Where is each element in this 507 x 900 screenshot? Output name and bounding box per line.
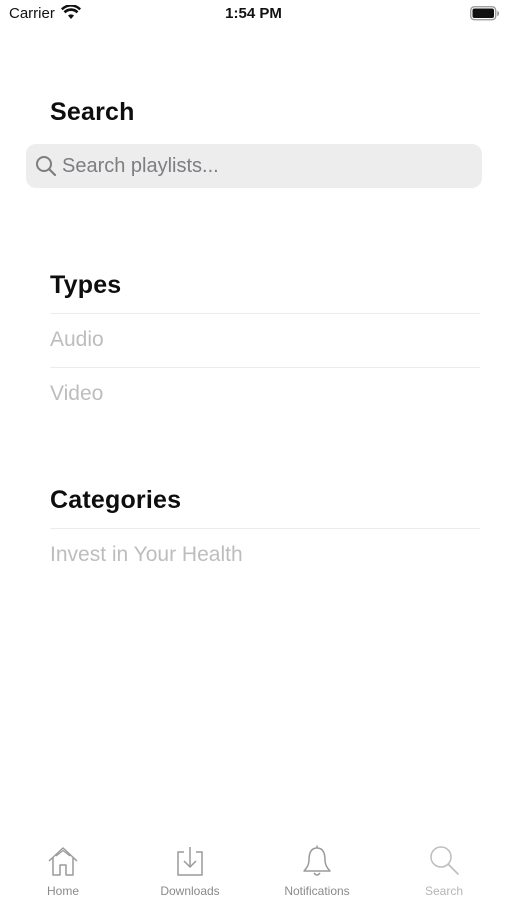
battery-icon	[470, 6, 500, 26]
bell-icon	[254, 844, 380, 878]
home-icon	[0, 844, 126, 878]
types-title: Types	[50, 271, 122, 299]
search-input[interactable]	[62, 144, 472, 188]
tab-notifications[interactable]: Notifications	[254, 836, 380, 900]
tab-downloads[interactable]: Downloads	[127, 836, 253, 900]
search-bar[interactable]	[26, 144, 482, 188]
tab-search[interactable]: Search	[381, 836, 507, 900]
tab-notifications-label: Notifications	[284, 884, 350, 898]
search-icon	[35, 155, 57, 182]
status-time: 1:54 PM	[225, 5, 282, 22]
category-item-invest-in-your-health[interactable]: Invest in Your Health	[50, 529, 480, 581]
download-icon	[127, 844, 253, 878]
search-title: Search	[50, 98, 135, 126]
tab-home-label: Home	[46, 884, 79, 898]
tab-downloads-label: Downloads	[160, 884, 220, 898]
search-screen: Carrier 1:54 PM Search Ty	[0, 0, 507, 900]
search-icon	[381, 844, 507, 878]
tab-home[interactable]: Home	[0, 836, 126, 900]
tab-search-label: Search	[424, 884, 464, 898]
status-bar: Carrier 1:54 PM	[0, 0, 507, 30]
tab-bar: Home Downloads Notifications Search	[0, 836, 507, 900]
type-item-video[interactable]: Video	[50, 368, 480, 420]
type-item-audio[interactable]: Audio	[50, 314, 480, 366]
categories-title: Categories	[50, 486, 182, 514]
